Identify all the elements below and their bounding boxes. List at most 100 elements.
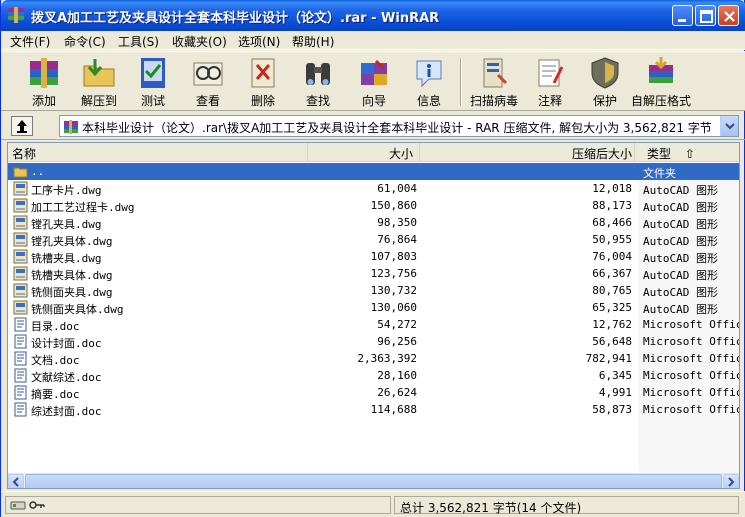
file-packed-size: 50,955 — [592, 233, 632, 246]
minimize-button[interactable] — [672, 5, 693, 26]
sfx-button[interactable]: 自解压格式 — [631, 54, 691, 110]
column-header-type[interactable]: 类型 ⇧ — [635, 143, 739, 161]
maximize-button[interactable] — [695, 5, 716, 26]
table-row[interactable]: 综述封面.doc 114,688 58,873 Microsoft Offic.… — [8, 401, 739, 418]
column-header-packed[interactable]: 压缩后大小 — [420, 143, 635, 161]
table-row[interactable]: 摘要.doc 26,624 4,991 Microsoft Offic... — [8, 384, 739, 401]
word-document-icon — [14, 317, 27, 332]
file-name: 铣槽夹具体.dwg — [31, 269, 113, 282]
word-document-icon — [14, 385, 27, 400]
find-button[interactable]: 查找 — [288, 54, 348, 110]
rar-archive-icon — [64, 120, 78, 134]
comment-button[interactable]: 注释 — [520, 54, 580, 110]
find-label: 查找 — [305, 94, 330, 108]
autocad-file-icon — [13, 215, 28, 230]
column-header-name[interactable]: 名称 — [8, 143, 308, 161]
table-row[interactable]: 铣侧面夹具体.dwg 130,060 65,325 AutoCAD 图形 — [8, 299, 739, 316]
menu-options[interactable]: 选项(N) — [238, 33, 280, 50]
wizard-button[interactable]: 向导 — [344, 54, 404, 110]
toolbar-separator — [460, 58, 462, 106]
scan-virus-button[interactable]: 扫描病毒 — [464, 54, 524, 110]
file-packed-size: 6,345 — [598, 369, 632, 382]
delete-label: 删除 — [250, 94, 275, 108]
file-size: 123,756 — [370, 267, 417, 280]
wizard-label: 向导 — [361, 94, 386, 108]
autocad-file-icon — [13, 283, 28, 298]
table-row[interactable]: 设计封面.doc 96,256 56,648 Microsoft Offic..… — [8, 333, 739, 350]
table-row[interactable]: 铣槽夹具体.dwg 123,756 66,367 AutoCAD 图形 — [8, 265, 739, 282]
info-label: 信息 — [416, 94, 441, 108]
status-right-pane: 总计 3,562,821 字节(14 个文件) — [394, 496, 739, 515]
file-packed-size: 88,173 — [592, 199, 632, 212]
table-row[interactable]: 加工工艺过程卡.dwg 150,860 88,173 AutoCAD 图形 — [8, 197, 739, 214]
chevron-right-icon — [728, 477, 735, 487]
menu-favorites[interactable]: 收藏夹(O) — [172, 33, 227, 50]
up-folder-button[interactable] — [11, 116, 33, 136]
protect-button[interactable]: 保护 — [575, 54, 635, 110]
delete-button[interactable]: 删除 — [233, 54, 293, 110]
file-name: 铣槽夹具.dwg — [31, 252, 102, 265]
info-button[interactable]: 信息 — [399, 54, 459, 110]
column-header-size[interactable]: 大小 — [308, 143, 420, 161]
scroll-left-button[interactable] — [8, 474, 24, 488]
menu-bar: 文件(F) 命令(C) 工具(S) 收藏夹(O) 选项(N) 帮助(H) — [1, 31, 745, 50]
file-packed-size: 12,018 — [592, 182, 632, 195]
address-dropdown-button[interactable] — [720, 116, 738, 136]
file-name: 摘要.doc — [31, 388, 80, 401]
table-row[interactable]: 铣侧面夹具.dwg 130,732 80,765 AutoCAD 图形 — [8, 282, 739, 299]
table-row[interactable]: 文档.doc 2,363,392 782,941 Microsoft Offic… — [8, 350, 739, 367]
table-row[interactable]: 工序卡片.dwg 61,004 12,018 AutoCAD 图形 — [8, 180, 739, 197]
file-packed-size: 66,367 — [592, 267, 632, 280]
extract-to-label: 解压到 — [80, 94, 117, 108]
table-row[interactable]: 镗孔夹具体.dwg 76,864 50,955 AutoCAD 图形 — [8, 231, 739, 248]
table-row[interactable]: 目录.doc 54,272 12,762 Microsoft Offic... — [8, 316, 739, 333]
file-name: 设计封面.doc — [31, 337, 102, 350]
test-button[interactable]: 测试 — [123, 54, 183, 110]
scroll-thumb[interactable] — [25, 474, 722, 488]
address-path-field[interactable]: 本科毕业设计（论文）.rar\拨叉A加工工艺及夹具设计全套本科毕业设计 - RA… — [59, 115, 739, 137]
file-type: AutoCAD 图形 — [643, 235, 718, 248]
file-name: 工序卡片.dwg — [31, 184, 102, 197]
maximize-icon — [700, 10, 713, 23]
file-packed-size: 65,325 — [592, 301, 632, 314]
protect-label: 保护 — [592, 94, 617, 108]
autocad-file-icon — [13, 249, 28, 264]
file-type: Microsoft Offic... — [643, 403, 739, 416]
file-name: 文档.doc — [31, 354, 80, 367]
table-row[interactable]: 文献综述.doc 28,160 6,345 Microsoft Offic... — [8, 367, 739, 384]
file-type: AutoCAD 图形 — [643, 252, 718, 265]
view-label: 查看 — [195, 94, 220, 108]
file-type: Microsoft Offic... — [643, 335, 739, 348]
file-size: 107,803 — [370, 250, 417, 263]
view-button[interactable]: 查看 — [178, 54, 238, 110]
file-type: AutoCAD 图形 — [643, 201, 718, 214]
horizontal-scrollbar[interactable] — [8, 473, 739, 488]
extract-to-button[interactable]: 解压到 — [69, 54, 129, 110]
file-size: 76,864 — [377, 233, 417, 246]
autocad-file-icon — [13, 198, 28, 213]
file-size: 114,688 — [370, 403, 417, 416]
status-bar: 总计 3,562,821 字节(14 个文件) — [1, 491, 745, 517]
add-button[interactable]: 添加 — [14, 54, 74, 110]
up-arrow-icon — [17, 120, 27, 133]
file-type: AutoCAD 图形 — [643, 184, 718, 197]
menu-file[interactable]: 文件(F) — [10, 33, 50, 50]
delete-icon — [251, 58, 275, 88]
file-packed-size: 76,004 — [592, 250, 632, 263]
table-row[interactable]: .. 文件夹 — [8, 163, 739, 180]
file-name: 铣侧面夹具.dwg — [31, 286, 113, 299]
close-button[interactable] — [718, 5, 739, 26]
table-row[interactable]: 铣槽夹具.dwg 107,803 76,004 AutoCAD 图形 — [8, 248, 739, 265]
title-bar[interactable]: 拨叉A加工工艺及夹具设计全套本科毕业设计（论文）.rar - WinRAR — [1, 0, 745, 31]
column-size-label: 大小 — [388, 147, 413, 161]
menu-tools[interactable]: 工具(S) — [118, 33, 159, 50]
menu-help[interactable]: 帮助(H) — [292, 33, 334, 50]
menu-commands[interactable]: 命令(C) — [64, 33, 106, 50]
file-type: AutoCAD 图形 — [643, 218, 718, 231]
table-row[interactable]: 镗孔夹具.dwg 98,350 68,466 AutoCAD 图形 — [8, 214, 739, 231]
file-name: 铣侧面夹具体.dwg — [31, 303, 124, 316]
scroll-right-button[interactable] — [723, 474, 739, 488]
status-left-pane — [5, 496, 391, 514]
file-type: AutoCAD 图形 — [643, 286, 718, 299]
file-list[interactable]: 名称 大小 压缩后大小 类型 ⇧ .. 文件夹 工序卡片.dwg 61,004 … — [7, 142, 740, 489]
